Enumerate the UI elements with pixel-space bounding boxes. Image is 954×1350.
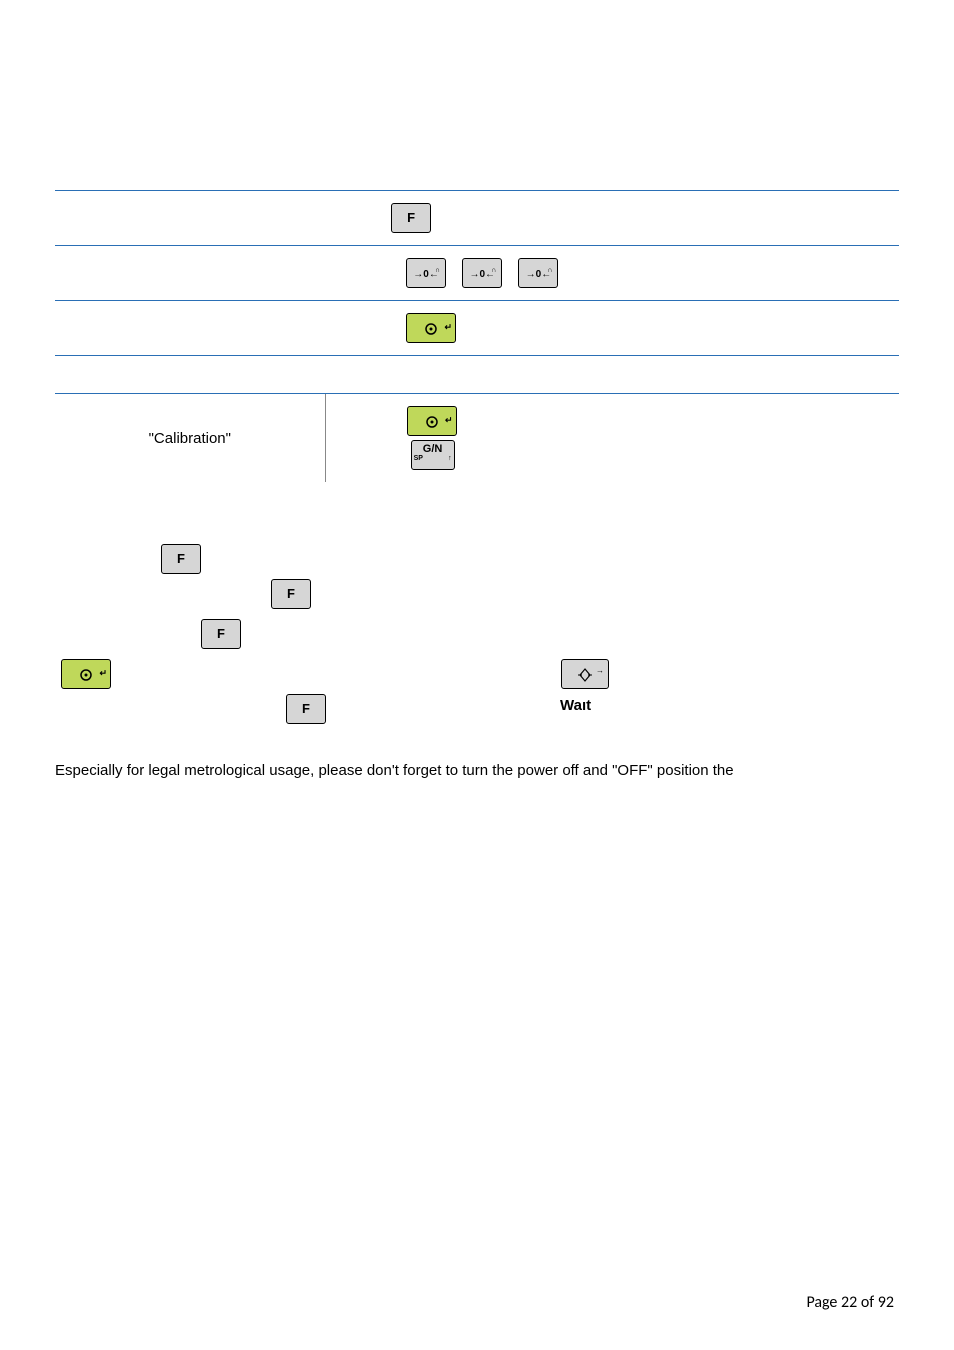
body-paragraph: Especially for legal metrological usage,…: [55, 760, 899, 781]
zero-key-icon: →0← ∩: [406, 258, 446, 288]
wait-label: Waıt: [560, 697, 591, 714]
zero-key-icon: →0← ∩: [518, 258, 558, 288]
f-key-icon: F: [161, 544, 201, 574]
gn-key-icon: G/N SP ↑: [411, 440, 455, 470]
calibration-label: "Calibration": [149, 430, 231, 447]
cell-r2-right: F: [325, 191, 899, 246]
cell-r4-right: ↵: [325, 301, 899, 356]
zero-key-icon: →0← ∩: [462, 258, 502, 288]
tare-diamond-icon: [578, 668, 592, 682]
print-enter-key-icon: ↵: [61, 659, 111, 689]
tare-key-icon: →: [561, 659, 609, 689]
cell-r5-left: "Calibration": [55, 394, 325, 483]
enter-arrow-icon: ↵: [445, 313, 453, 341]
print-icon: [425, 415, 439, 429]
procedure-table: F →0← ∩ →0← ∩ →0← ∩: [55, 170, 899, 482]
page-footer: Page 22 of 92: [806, 1293, 894, 1312]
f-key-icon: F: [201, 619, 241, 649]
cell-r4-left: [55, 301, 325, 356]
print-icon: [424, 322, 438, 336]
f-key-icon: F: [271, 579, 311, 609]
right-arrow-icon: →: [596, 657, 604, 685]
f-key-icon: F: [286, 694, 326, 724]
cell-r3-left: [55, 246, 325, 301]
cell-r3-right: →0← ∩ →0← ∩ →0← ∩: [325, 246, 899, 301]
print-enter-key-icon: ↵: [406, 313, 456, 343]
cell-r5-left-empty: [55, 356, 325, 394]
print-icon: [79, 668, 93, 682]
f-key-icon: F: [391, 203, 431, 233]
cell-r5-right-empty: [325, 356, 899, 394]
cell-r5-right: ↵ G/N SP ↑: [325, 394, 899, 483]
cell-r1-left: [55, 170, 325, 191]
cell-r2-left: [55, 191, 325, 246]
flow-diagram: F F F ↵ → F Waıt: [55, 522, 899, 742]
print-enter-key-icon: ↵: [407, 406, 457, 436]
enter-arrow-icon: ↵: [99, 659, 107, 687]
cell-r1-right: [325, 170, 899, 191]
enter-arrow-icon: ↵: [445, 406, 453, 434]
